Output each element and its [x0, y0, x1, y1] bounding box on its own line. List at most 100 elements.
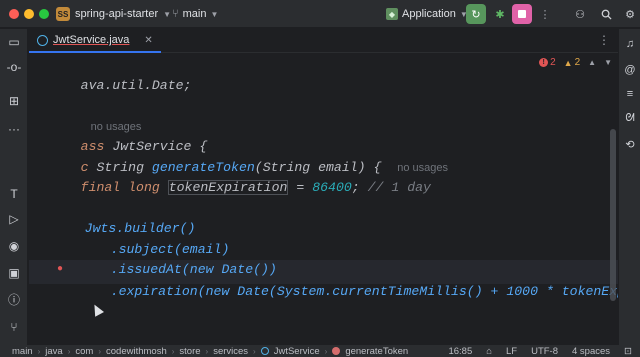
ai-assistant-button[interactable]: @: [621, 61, 639, 79]
breadcrumb-item[interactable]: main: [12, 346, 33, 357]
endpoints-tool-button[interactable]: ⟲: [621, 135, 639, 153]
breadcrumb-item[interactable]: services: [213, 346, 248, 357]
bell-icon: ♫: [625, 38, 635, 50]
breadcrumb-item[interactable]: JwtService: [274, 346, 320, 357]
stop-button[interactable]: [512, 4, 532, 24]
warning-count-value: 2: [574, 57, 581, 68]
branch-selector[interactable]: ⑂ main ▼: [172, 4, 218, 24]
notifications-button[interactable]: ♫: [621, 35, 639, 53]
more-horizontal-icon: ···: [8, 122, 20, 136]
gradle-tool-button[interactable]: ᘛ: [621, 109, 639, 127]
rerun-button[interactable]: ↻: [466, 4, 486, 24]
chevron-down-icon[interactable]: ▼: [604, 58, 612, 67]
run-icon: ▷: [9, 212, 19, 226]
code-number: 86400: [312, 180, 352, 195]
error-count-value: 2: [550, 57, 556, 68]
vertical-scrollbar[interactable]: [610, 129, 616, 301]
right-tool-strip: ♫ @ ≡ ᘛ ⟲: [618, 29, 640, 345]
warning-icon: ▲: [563, 57, 573, 68]
git-icon: ⑂: [10, 320, 18, 334]
folder-icon: ▭: [8, 35, 20, 49]
project-name: spring-api-starter: [75, 8, 159, 20]
search-everywhere-button[interactable]: [596, 4, 616, 24]
project-tool-button[interactable]: ▭: [4, 32, 24, 52]
minimize-window-button[interactable]: [24, 9, 34, 19]
code-editor[interactable]: ! 2 ▲ 2 ▲ ▼ ava.util.Date; no usages ass J…: [29, 54, 618, 344]
services-tool-button[interactable]: ◉: [4, 236, 24, 256]
add-user-icon: ⚇: [575, 8, 585, 21]
breadcrumb-item[interactable]: generateToken: [345, 346, 408, 357]
method-icon: [332, 347, 341, 355]
terminal-tool-button[interactable]: ▣: [4, 263, 24, 283]
close-window-button[interactable]: [9, 9, 19, 19]
code-line-expiration: .expiration(new Date(System.currentTimeM…: [79, 262, 618, 299]
chevron-down-icon: ▼: [210, 9, 219, 19]
gear-icon: ⚙: [625, 8, 635, 21]
database-icon: ≡: [626, 88, 634, 100]
code-line-field: final long tokenExpiration = 86400; // 1…: [49, 158, 431, 195]
tab-jwtservice[interactable]: JwtService.java ✕: [29, 29, 161, 53]
close-icon[interactable]: ✕: [144, 35, 152, 46]
inspection-widget[interactable]: ! 2 ▲ 2 ▲ ▼: [539, 57, 612, 68]
structure-tool-button[interactable]: ⊞: [4, 91, 24, 111]
breadcrumb: main › java › com › codewithmosh › store › se…: [12, 345, 408, 357]
settings-button[interactable]: ⚙: [620, 4, 640, 24]
run-config-icon: ◆: [386, 8, 398, 20]
more-actions-button[interactable]: ⋮: [535, 4, 555, 24]
chevron-right-icon: ›: [205, 346, 209, 356]
commit-icon: -o-: [6, 60, 22, 74]
terminal-icon: ▣: [8, 266, 20, 280]
more-vertical-icon: ⋮: [539, 8, 551, 21]
endpoints-icon: ⟲: [625, 138, 635, 151]
zoom-window-button[interactable]: [39, 9, 49, 19]
breadcrumb-item[interactable]: codewithmosh: [106, 346, 167, 357]
chevron-up-icon[interactable]: ▲: [588, 58, 596, 67]
code-line-issuedat: .issuedAt(new Date()): [79, 240, 277, 277]
title-bar: SS spring-api-starter ▼ ⑂ main ▼ ◆ Appli…: [0, 0, 640, 28]
code-with-me-button[interactable]: ⚇: [570, 4, 590, 24]
chevron-right-icon: ›: [98, 346, 101, 356]
problems-tool-button[interactable]: ⓘ: [4, 289, 24, 309]
project-selector[interactable]: SS spring-api-starter ▼: [56, 4, 171, 24]
stop-icon: [518, 10, 526, 18]
lock-icon[interactable]: ⌂: [486, 346, 492, 357]
branch-name: main: [182, 8, 207, 20]
caret-position[interactable]: 16:85: [448, 346, 472, 357]
bug-icon: ✱: [495, 8, 505, 21]
editor-tab-row: JwtService.java ✕ ⋮: [29, 29, 618, 53]
debug-button[interactable]: ✱: [490, 4, 510, 24]
chevron-down-icon: ▼: [163, 9, 172, 19]
breadcrumb-item[interactable]: com: [75, 346, 93, 357]
build-tool-button[interactable]: T: [4, 184, 24, 204]
code-keyword: final long: [80, 180, 160, 195]
java-class-icon: [260, 347, 269, 355]
chevron-right-icon: ›: [67, 346, 71, 356]
warning-icon: ⓘ: [7, 292, 20, 307]
code-line-usages: no usages: [59, 97, 142, 133]
rerun-icon: ↻: [471, 8, 481, 21]
indent-setting[interactable]: 4 spaces: [572, 346, 610, 357]
line-separator[interactable]: LF: [506, 346, 517, 357]
more-vertical-icon[interactable]: ⋮: [598, 33, 610, 47]
git-tool-button[interactable]: ⑂: [4, 317, 24, 337]
status-bar: main › java › com › codewithmosh › store › se…: [0, 345, 640, 357]
code-semicolon: ;: [351, 180, 360, 195]
run-tool-button[interactable]: ▷: [4, 209, 24, 229]
warning-count: ▲ 2: [564, 57, 580, 68]
chevron-right-icon: ›: [171, 346, 175, 356]
database-tool-button[interactable]: ≡: [621, 85, 639, 103]
breadcrumb-item[interactable]: store: [179, 346, 200, 357]
left-tool-strip: ▭ -o- ⊞ ··· T ▷ ◉ ▣ ⓘ ⑂: [0, 29, 28, 345]
code-line-method: c String generateToken(String email) { n…: [49, 138, 448, 175]
more-tools-button[interactable]: ···: [4, 119, 24, 139]
file-encoding[interactable]: UTF-8: [531, 346, 558, 357]
code-comment: // 1 day: [367, 180, 431, 195]
chevron-right-icon: ›: [253, 346, 256, 356]
run-configuration-selector[interactable]: ◆ Application ▼: [386, 4, 468, 24]
code-line-import: ava.util.Date;: [49, 56, 192, 93]
error-bulb-icon[interactable]: ●: [57, 264, 63, 275]
commit-tool-button[interactable]: -o-: [4, 57, 24, 77]
readonly-icon[interactable]: ⊡: [624, 346, 632, 357]
breadcrumb-item[interactable]: java: [45, 346, 62, 357]
status-right: 16:85 ⌂ LF UTF-8 4 spaces ⊡: [448, 345, 632, 357]
